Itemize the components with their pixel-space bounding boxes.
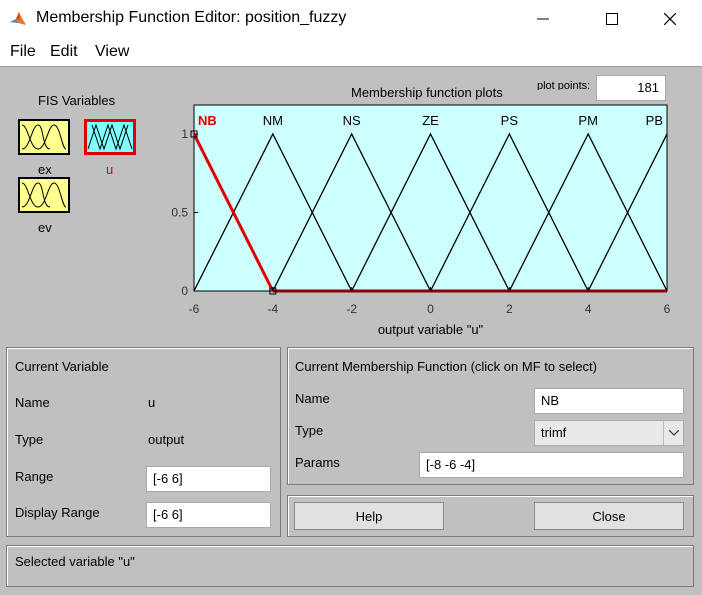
mf-type-selected-value: trimf (541, 425, 567, 440)
status-text: Selected variable "u" (15, 554, 135, 569)
x-tick-label: -4 (267, 302, 278, 316)
mf-label-ps[interactable]: PS (501, 113, 519, 128)
mf-name-label: Name (295, 391, 330, 406)
maximize-button[interactable] (589, 0, 635, 38)
variable-u-label: u (106, 162, 114, 177)
variable-ev-label: ev (38, 220, 52, 235)
mf-params-input[interactable]: [-8 -6 -4] (419, 452, 684, 478)
membership-function-plot[interactable]: NB NM NS ZE PS PM PB -6 -4 -2 0 2 4 6 0 0.5 1 output vari… (170, 102, 680, 362)
editor-client-area: FIS Variables ex u ev Membership functio… (0, 66, 702, 595)
window-title: Membership Function Editor: position_fuz… (36, 9, 347, 26)
plot-title: Membership function plots (351, 85, 503, 100)
minimize-icon (537, 18, 549, 20)
plot-points-input[interactable]: 181 (596, 75, 666, 101)
mf-label-ze[interactable]: ZE (422, 113, 439, 128)
minimize-button[interactable] (520, 0, 566, 38)
y-tick-label: 0.5 (171, 206, 188, 220)
current-variable-panel: Current Variable Name u Type output Rang… (6, 347, 281, 537)
menu-edit[interactable]: Edit (50, 43, 78, 61)
display-range-input[interactable]: [-6 6] (146, 502, 271, 528)
mf-label-pb[interactable]: PB (646, 113, 663, 128)
mf-name-input[interactable]: NB (534, 388, 684, 414)
y-tick-label: 0 (181, 284, 188, 298)
mf-params-label: Params (295, 455, 340, 470)
mf-type-label: Type (295, 423, 324, 438)
x-axis-label: output variable "u" (378, 322, 484, 337)
variable-range-label: Range (15, 469, 54, 484)
variable-ev-box[interactable] (18, 177, 70, 213)
variable-name-value: u (148, 395, 156, 410)
mf-type-select[interactable]: trimf (534, 420, 684, 446)
close-button[interactable]: Close (534, 502, 684, 530)
menu-file[interactable]: File (10, 43, 36, 61)
buttons-panel: Help Close (287, 495, 694, 537)
x-tick-label: -6 (189, 302, 200, 316)
current-variable-heading: Current Variable (15, 359, 109, 374)
mf-thumbnail-icon (21, 124, 67, 150)
variable-u-box[interactable] (84, 119, 136, 155)
close-icon (664, 13, 676, 25)
y-tick-label: 1 (181, 127, 188, 141)
mf-thumbnail-icon (87, 123, 133, 151)
chevron-down-icon[interactable] (663, 421, 683, 445)
mf-label-nb[interactable]: NB (198, 113, 217, 128)
x-tick-label: 2 (506, 302, 513, 316)
variable-ex-box[interactable] (18, 119, 70, 155)
help-button[interactable]: Help (294, 502, 444, 530)
x-tick-label: 4 (585, 302, 592, 316)
mf-label-ns[interactable]: NS (343, 113, 361, 128)
menu-bar: File Edit View (0, 38, 702, 66)
current-mf-panel: Current Membership Function (click on MF… (287, 347, 694, 485)
mf-thumbnail-icon (21, 182, 67, 208)
x-tick-label: 6 (664, 302, 671, 316)
fis-variables-heading: FIS Variables (38, 93, 116, 108)
plot-points-label: plot points: (537, 80, 591, 90)
variable-name-label: Name (15, 395, 50, 410)
variable-ex-label: ex (38, 162, 52, 177)
variable-type-value: output (148, 432, 185, 447)
variable-type-label: Type (15, 432, 44, 447)
x-tick-label: -2 (346, 302, 357, 316)
matlab-icon (10, 12, 26, 25)
mf-label-pm[interactable]: PM (578, 113, 598, 128)
status-bar: Selected variable "u" (6, 545, 694, 587)
x-tick-label: 0 (427, 302, 434, 316)
display-range-label: Display Range (15, 505, 100, 520)
current-mf-heading: Current Membership Function (click on MF… (295, 359, 597, 374)
mf-label-nm[interactable]: NM (263, 113, 283, 128)
maximize-icon (606, 13, 618, 25)
title-bar: Membership Function Editor: position_fuz… (0, 0, 702, 38)
close-window-button[interactable] (647, 0, 693, 38)
menu-view[interactable]: View (95, 43, 129, 61)
range-input[interactable]: [-6 6] (146, 466, 271, 492)
